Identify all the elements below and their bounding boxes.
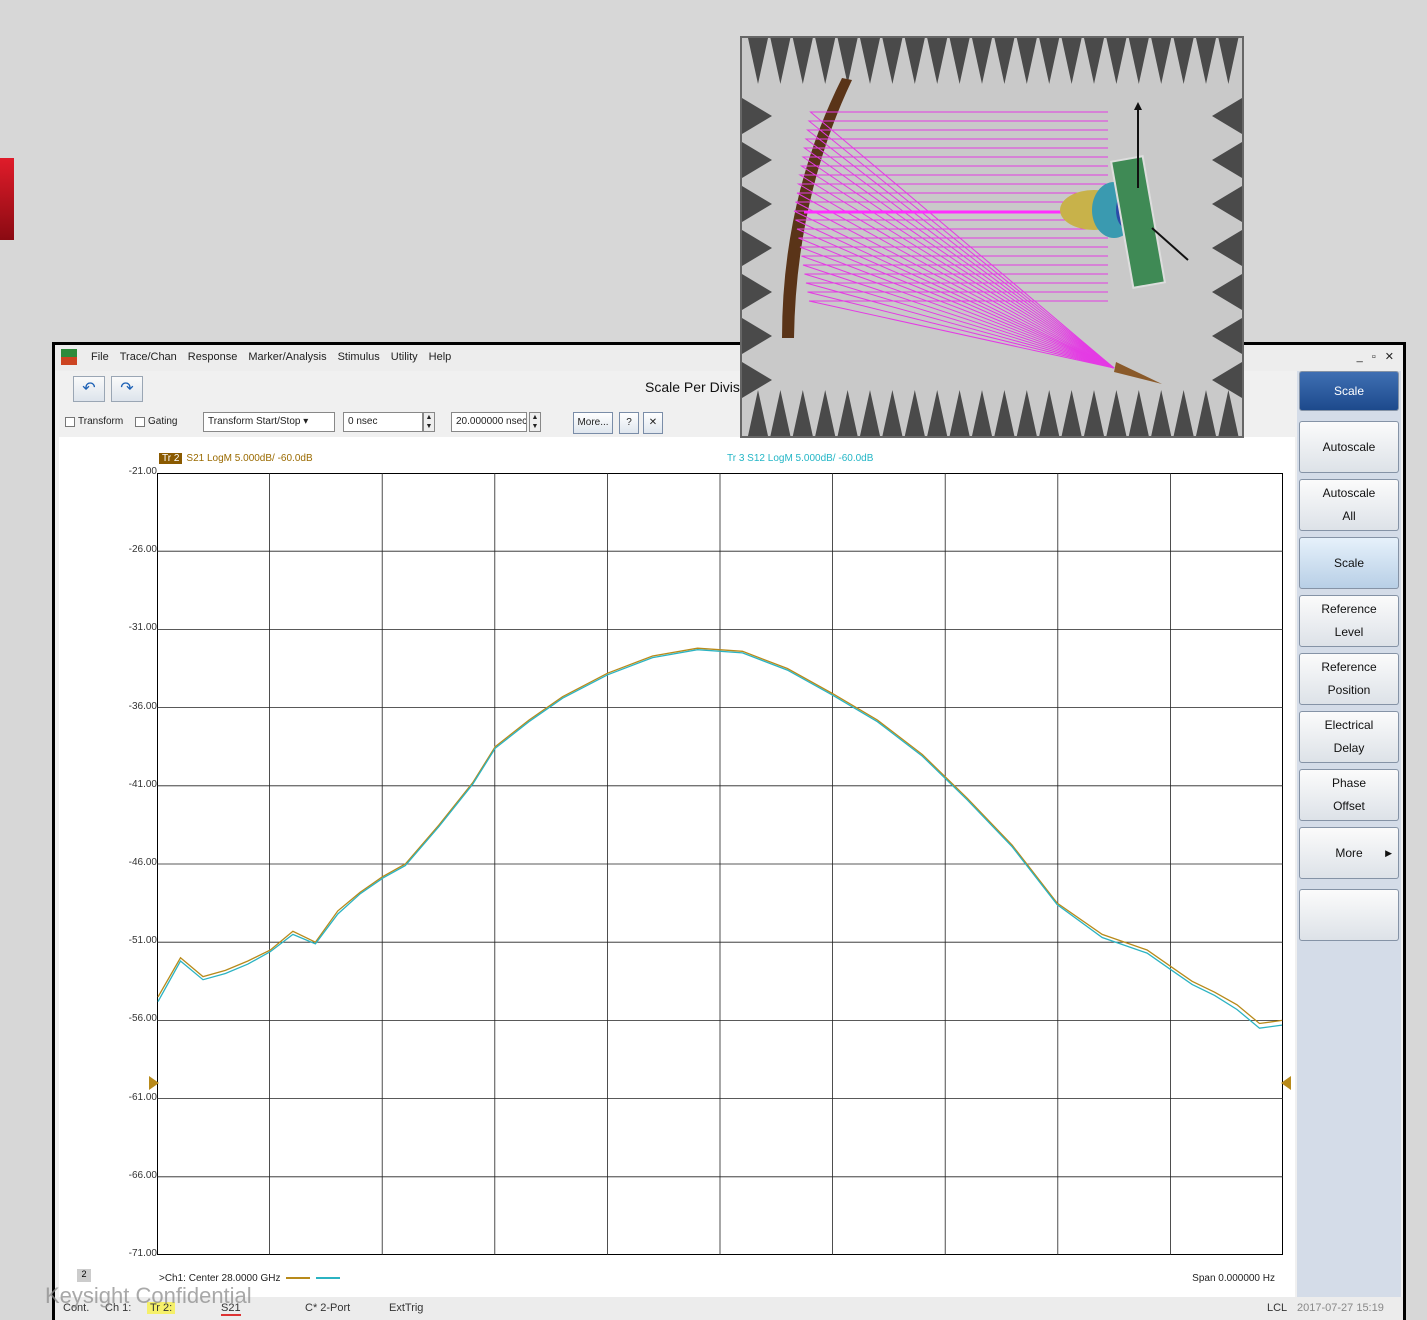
- trace-3-label[interactable]: Tr 3 S12 LogM 5.000dB/ -60.0dB: [727, 453, 873, 464]
- confidential-watermark: Keysight Confidential: [45, 1283, 252, 1308]
- start-time-input[interactable]: 0 nsec: [343, 412, 423, 432]
- chamber-drawing: [742, 38, 1242, 436]
- trace-2-badge: Tr 2: [159, 453, 183, 464]
- help-button[interactable]: ?: [619, 412, 639, 434]
- menu-utility[interactable]: Utility: [391, 351, 418, 363]
- y-tick-label: -61.00: [128, 1091, 157, 1103]
- scale-button[interactable]: Scale: [1299, 537, 1399, 589]
- undo-icon: ↶: [82, 380, 96, 397]
- y-tick-label: -51.00: [128, 935, 157, 947]
- y-tick-label: -31.00: [128, 622, 157, 634]
- more-button[interactable]: More...: [573, 412, 613, 434]
- y-tick-label: -21.00: [128, 466, 157, 477]
- red-side-tab: [0, 158, 14, 240]
- vna-window: File Trace/Chan Response Marker/Analysis…: [45, 342, 1406, 1320]
- redo-icon: ↷: [120, 380, 134, 397]
- menu-file[interactable]: File: [91, 351, 109, 363]
- blank-softkey-button[interactable]: [1299, 889, 1399, 941]
- start-time-spinner[interactable]: ▲ ▼: [423, 412, 435, 432]
- stop-time-spinner[interactable]: ▲ ▼: [529, 412, 541, 432]
- menu-response[interactable]: Response: [188, 351, 238, 363]
- y-tick-label: -41.00: [128, 778, 157, 790]
- app-icon: [61, 349, 77, 365]
- status-datetime: 2017-07-27 15:19: [1297, 1302, 1384, 1314]
- menu-items: File Trace/Chan Response Marker/Analysis…: [91, 351, 451, 363]
- close-toolbar-button[interactable]: ✕: [643, 412, 663, 434]
- trace-2-label[interactable]: Tr 2 S21 LogM 5.000dB/ -60.0dB: [159, 453, 313, 464]
- autoscale-button[interactable]: Autoscale: [1299, 421, 1399, 473]
- electrical-delay-button[interactable]: Electrical Delay: [1299, 711, 1399, 763]
- status-bar: Cont. Ch 1: Tr 2: S21 C* 2-Port ExtTrig …: [55, 1297, 1403, 1320]
- window-controls[interactable]: _ ▫ ✕: [1357, 350, 1397, 363]
- transform-mode-select[interactable]: Transform Start/Stop ▾: [203, 412, 335, 432]
- y-tick-label: -36.00: [128, 700, 157, 712]
- reference-position-button[interactable]: Reference Position: [1299, 653, 1399, 705]
- phase-offset-button[interactable]: Phase Offset: [1299, 769, 1399, 821]
- trace-plot: [149, 473, 1291, 1255]
- softkey-title: Scale: [1299, 371, 1399, 411]
- reference-level-button[interactable]: Reference Level: [1299, 595, 1399, 647]
- antenna-chamber-illustration: [740, 36, 1244, 438]
- y-tick-label: -46.00: [128, 857, 157, 868]
- trace-window[interactable]: Tr 2 S21 LogM 5.000dB/ -60.0dB Tr 3 S12 L…: [59, 437, 1295, 1303]
- y-tick-label: -56.00: [128, 1013, 157, 1025]
- span-readout: Span 0.000000 Hz: [1192, 1273, 1275, 1284]
- more-softkey-button[interactable]: More ▶: [1299, 827, 1399, 879]
- s12-swatch: [316, 1277, 341, 1280]
- status-lcl: LCL: [1267, 1302, 1288, 1314]
- y-tick-label: -71.00: [128, 1248, 157, 1259]
- toolbar-title: Scale Per Divisi: [645, 379, 744, 395]
- autoscale-all-button[interactable]: Autoscale All: [1299, 479, 1399, 531]
- redo-button[interactable]: ↷: [111, 376, 143, 402]
- menu-stimulus[interactable]: Stimulus: [338, 351, 380, 363]
- undo-button[interactable]: ↶: [73, 376, 105, 402]
- stop-time-input[interactable]: 20.000000 nsec: [451, 412, 527, 432]
- menu-trace-chan[interactable]: Trace/Chan: [120, 351, 177, 363]
- transform-checkbox[interactable]: Transform: [65, 416, 123, 427]
- menu-help[interactable]: Help: [429, 351, 452, 363]
- softkey-panel: Scale Autoscale Autoscale All Scale Refer…: [1297, 371, 1401, 1297]
- screenshot-page: File Trace/Chan Response Marker/Analysis…: [0, 0, 1427, 1320]
- gating-checkbox[interactable]: Gating: [135, 416, 177, 427]
- menu-marker-analysis[interactable]: Marker/Analysis: [248, 351, 326, 363]
- status-trigger[interactable]: ExtTrig: [389, 1302, 423, 1314]
- channel-number: 2: [77, 1269, 91, 1282]
- y-tick-label: -66.00: [128, 1169, 157, 1181]
- s21-swatch: [286, 1277, 311, 1280]
- chevron-right-icon: ▶: [1385, 847, 1392, 858]
- status-cal[interactable]: C* 2-Port: [305, 1302, 350, 1314]
- y-tick-label: -26.00: [128, 544, 157, 556]
